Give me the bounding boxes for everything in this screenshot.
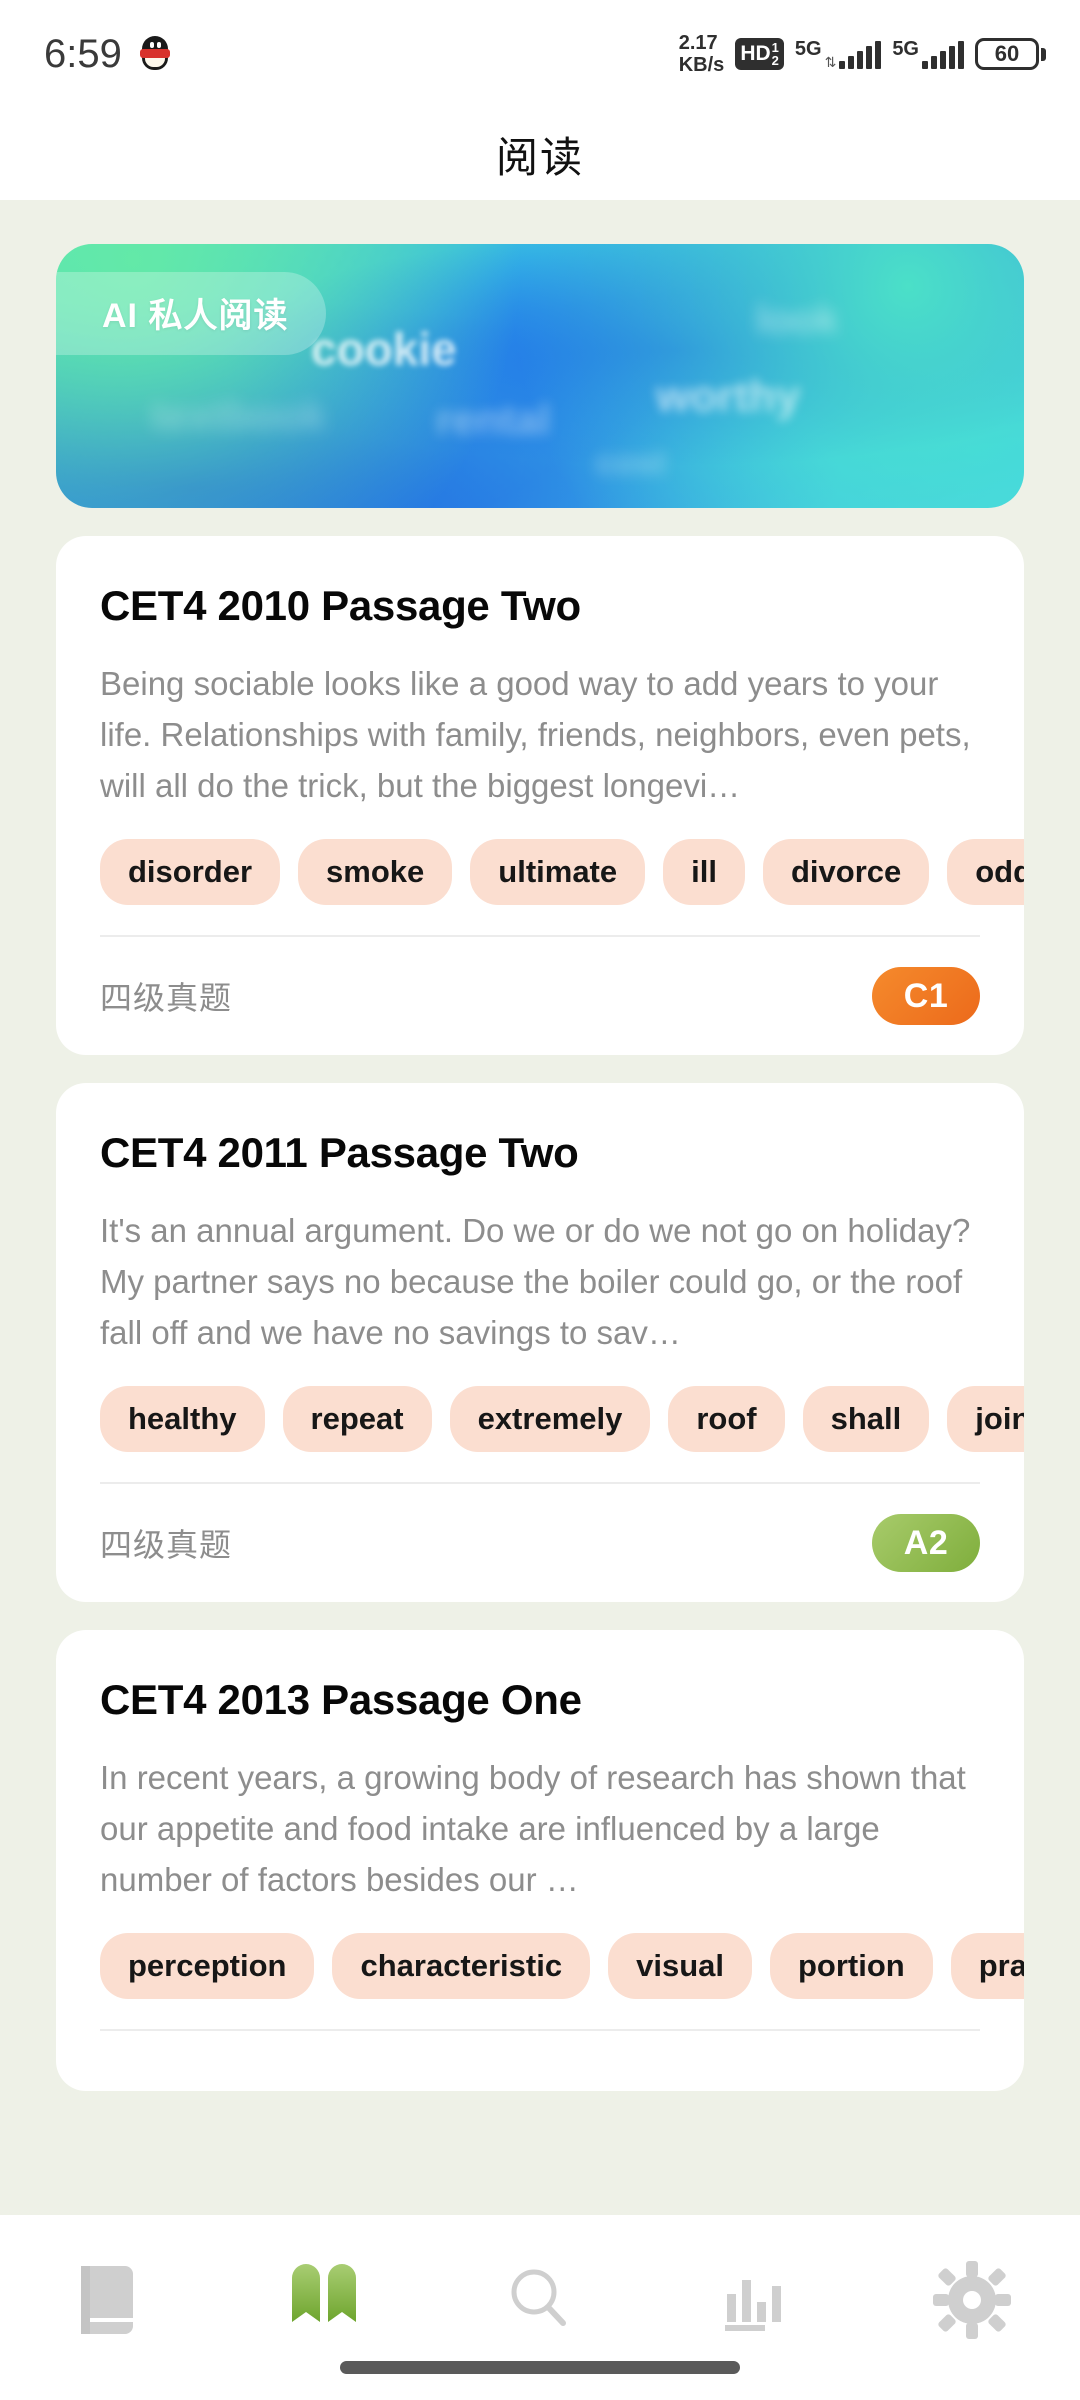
app-title-bar: 阅读: [0, 108, 1080, 200]
word-tag[interactable]: divorce: [762, 839, 930, 905]
difficulty-level-badge: A2: [872, 1514, 980, 1572]
difficulty-level-badge: C1: [872, 967, 980, 1025]
word-tag[interactable]: characteristic: [332, 1933, 591, 1999]
passage-excerpt: Being sociable looks like a good way to …: [100, 665, 971, 804]
passage-title: CET4 2011 Passage Two: [100, 1129, 579, 1176]
word-tag[interactable]: roof: [668, 1386, 785, 1452]
passage-source-label: 四级真题: [100, 1527, 233, 1563]
nav-item-search[interactable]: [460, 2257, 620, 2347]
word-tag[interactable]: ultimate: [470, 839, 646, 905]
ai-reading-banner[interactable]: cookie look textbook rental worthy cost …: [56, 244, 1024, 508]
status-bar-left: 6:59: [44, 32, 172, 77]
battery-icon: 60: [975, 38, 1046, 70]
network-speed-value: 2.17: [678, 32, 718, 54]
banner-word-worthy: worthy: [656, 372, 801, 421]
page-title: 阅读: [495, 133, 584, 181]
card-footer: 四级真题 A2: [100, 1484, 980, 1572]
word-tag[interactable]: smoke: [298, 839, 453, 905]
ai-private-reading-pill[interactable]: AI 私人阅读: [56, 272, 327, 355]
status-bar-right: 2.17 KB/s HD 1 2 5G ⇅ 5G 60: [679, 32, 1046, 76]
qq-penguin-icon: [138, 34, 172, 74]
network-speed-unit: KB/s: [678, 54, 725, 76]
bar-chart-icon: [719, 2262, 793, 2343]
sim2-signal-icon: 5G: [892, 39, 964, 69]
book-closed-icon: [73, 2262, 143, 2343]
passage-card[interactable]: CET4 2011 Passage Two It's an annual arg…: [56, 1083, 1024, 1602]
banner-word-rental: rental: [436, 396, 551, 443]
passage-excerpt: In recent years, a growing body of resea…: [100, 1759, 966, 1898]
word-tag[interactable]: portion: [769, 1933, 933, 1999]
phone-screen: 6:59 2.17 KB/s HD 1 2 5G ⇅ 5G 60 阅读 cook…: [0, 0, 1080, 2400]
word-tag[interactable]: joint: [947, 1386, 1024, 1452]
word-tag-row: perception characteristic visual portion…: [100, 1933, 1024, 1999]
book-open-icon: [284, 2262, 364, 2343]
word-tag[interactable]: visual: [608, 1933, 752, 1999]
gear-icon: [933, 2260, 1011, 2344]
data-transfer-arrows-icon: ⇅: [824, 54, 837, 70]
nav-item-settings[interactable]: [892, 2257, 1052, 2347]
passage-source-label: 四级真题: [100, 980, 233, 1016]
nav-item-reading[interactable]: [244, 2257, 404, 2347]
word-tag[interactable]: disorder: [100, 839, 281, 905]
home-indicator[interactable]: [340, 2361, 740, 2374]
bottom-navigation-bar: [0, 2215, 1080, 2400]
word-tag[interactable]: shall: [802, 1386, 930, 1452]
status-clock: 6:59: [44, 31, 122, 76]
content-scroll-area[interactable]: cookie look textbook rental worthy cost …: [0, 200, 1080, 2215]
passage-card[interactable]: CET4 2010 Passage Two Being sociable loo…: [56, 536, 1024, 1055]
passage-excerpt: It's an annual argument. Do we or do we …: [100, 1212, 971, 1351]
hd-voice-icon: HD 1 2: [735, 38, 784, 70]
banner-word-cost: cost: [596, 444, 666, 482]
word-tag-row: healthy repeat extremely roof shall join…: [100, 1386, 1024, 1452]
word-tag[interactable]: repeat: [282, 1386, 432, 1452]
passage-card[interactable]: CET4 2013 Passage One In recent years, a…: [56, 1630, 1024, 2091]
card-footer: [100, 2031, 980, 2061]
banner-word-look: look: [756, 298, 839, 342]
banner-word-textbook: textbook: [151, 392, 327, 439]
sim1-network-label: 5G: [794, 38, 822, 60]
word-tag-row: disorder smoke ultimate ill divorce odds: [100, 839, 1024, 905]
hd-label: HD: [740, 42, 771, 65]
search-icon: [502, 2262, 578, 2343]
passage-title: CET4 2010 Passage Two: [100, 582, 581, 629]
word-tag[interactable]: perception: [100, 1933, 315, 1999]
passage-title: CET4 2013 Passage One: [100, 1676, 582, 1723]
card-footer: 四级真题 C1: [100, 937, 980, 1025]
nav-item-statistics[interactable]: [676, 2257, 836, 2347]
sim2-network-label: 5G: [892, 38, 919, 60]
network-speed-indicator: 2.17 KB/s: [679, 32, 725, 76]
word-tag[interactable]: odds: [947, 839, 1024, 905]
word-tag[interactable]: practic: [950, 1933, 1024, 1999]
sim1-signal-icon: 5G ⇅: [794, 38, 882, 70]
battery-percent: 60: [994, 41, 1020, 66]
nav-item-library[interactable]: [28, 2257, 188, 2347]
banner-word-cookie: cookie: [311, 323, 457, 375]
status-bar: 6:59 2.17 KB/s HD 1 2 5G ⇅ 5G 60: [0, 0, 1080, 108]
word-tag[interactable]: extremely: [449, 1386, 651, 1452]
hd-sim-bottom: 2: [771, 53, 779, 68]
word-tag[interactable]: healthy: [100, 1386, 265, 1452]
word-tag[interactable]: ill: [663, 839, 745, 905]
